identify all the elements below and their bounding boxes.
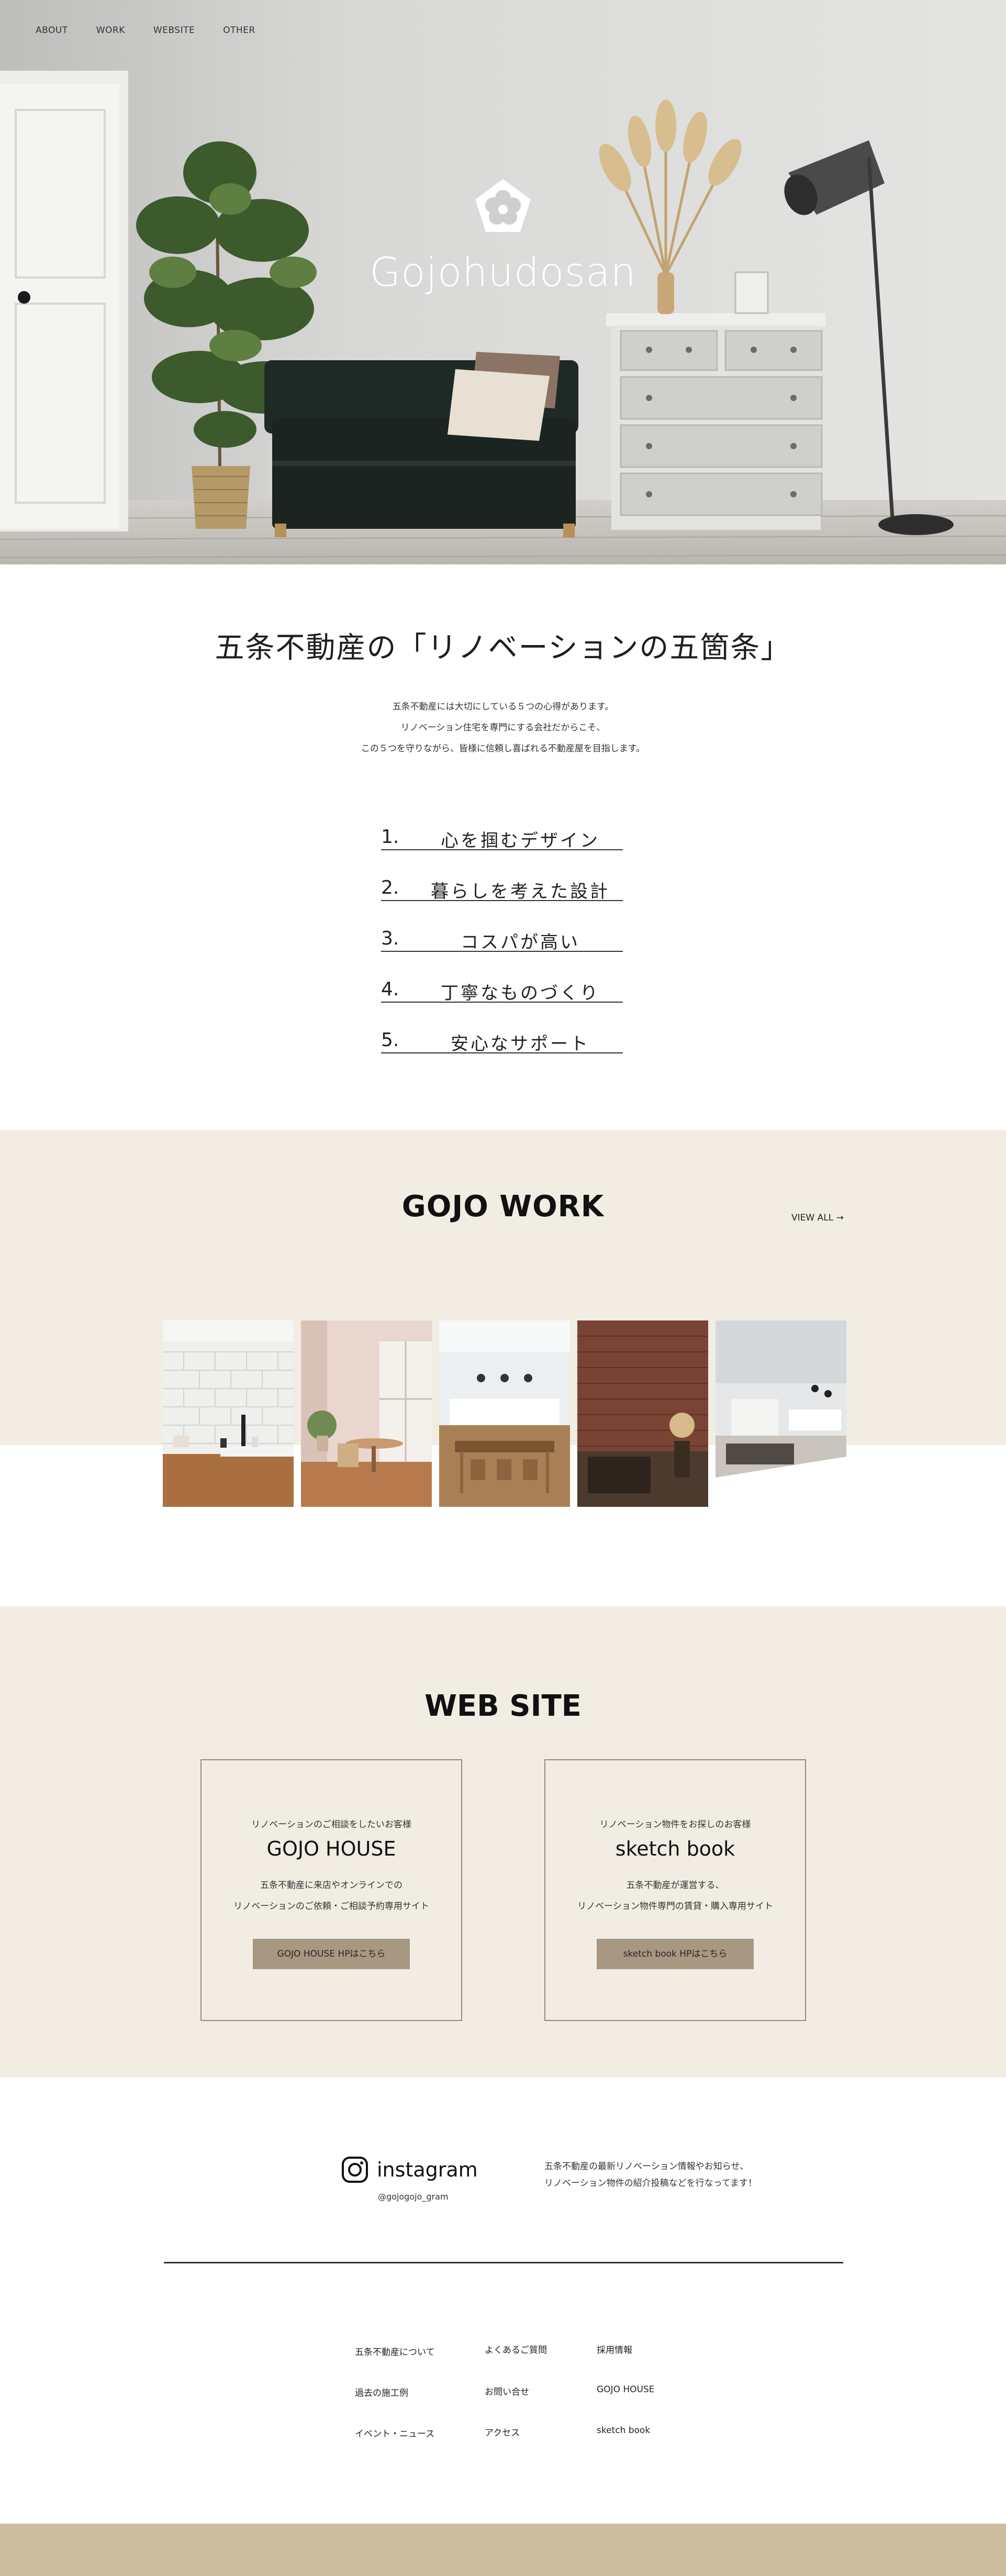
intro-text: 五条不動産には大切にしている５つの心得があります。 リノベーション住宅を専門にす… [0, 696, 1006, 759]
rule-text: コスパが高い [461, 932, 580, 953]
rule-underline [381, 1002, 623, 1003]
rule-number: 4. [381, 979, 399, 1000]
gojo-house-hp-button[interactable]: GOJO HOUSE HPはこちら [253, 1939, 410, 1969]
footer-link-sketch-book[interactable]: sketch book [597, 2425, 650, 2436]
instagram-description: 五条不動産の最新リノベーション情報やお知らせ、 リノベーション物件の紹介投稿など… [544, 2158, 757, 2192]
nav-item-work[interactable]: WORK [96, 25, 125, 36]
card-description: 五条不動産に来店やオンラインでの リノベーションのご依頼・ご相談予約専用サイト [202, 1875, 461, 1917]
website-section-background [0, 1606, 1006, 2078]
rule-number: 1. [381, 826, 399, 848]
work-photo-living-room[interactable] [716, 1320, 846, 1507]
intro-line: リノベーション住宅を専門にする会社だからこそ、 [400, 723, 606, 733]
footer-link-access[interactable]: アクセス [485, 2425, 520, 2438]
rule-number: 5. [381, 1029, 399, 1051]
instagram-desc-line: リノベーション物件の紹介投稿などを行なってます！ [544, 2178, 757, 2189]
footer-link-gojo-house[interactable]: GOJO HOUSE [597, 2384, 655, 2395]
rule-underline [381, 1052, 623, 1053]
site-card-sketch-book: リノベーション物件をお探しのお客様 sketch book 五条不動産が運営する… [544, 1759, 806, 2021]
intro-title: 五条不動産の「リノベーションの五箇条」 [215, 631, 791, 665]
card-description: 五条不動産が運営する、 リノベーション物件専門の賃貸・購入専用サイト [545, 1875, 805, 1917]
rule-number: 2. [381, 877, 399, 898]
sketch-book-hp-button[interactable]: sketch book HPはこちら [597, 1939, 754, 1969]
footer-divider [164, 2262, 843, 2263]
instagram-handle[interactable]: @gojogojo_gram [378, 2192, 448, 2202]
rule-item: 1. 心を掴むデザイン [381, 822, 623, 873]
card-desc-line: リノベーション物件専門の賃貸・購入専用サイト [577, 1901, 773, 1912]
card-desc-line: 五条不動産が運営する、 [626, 1880, 724, 1891]
rule-item: 4. 丁寧なものづくり [381, 974, 623, 1025]
footer-band [0, 2524, 1006, 2576]
work-photo-kitchen-island[interactable] [439, 1320, 570, 1507]
nav-item-about[interactable]: ABOUT [36, 25, 68, 36]
card-name: sketch book [615, 1837, 735, 1860]
rule-text: 暮らしを考えた設計 [431, 881, 610, 902]
footer-link-about[interactable]: 五条不動産について [355, 2345, 435, 2358]
hero-logo: Gojohudosan [0, 181, 1006, 295]
footer-link-careers[interactable]: 採用情報 [597, 2342, 632, 2356]
work-gallery [163, 1320, 846, 1507]
rule-item: 2. 暮らしを考えた設計 [381, 873, 623, 924]
intro-line: この５つを守りながら、皆様に信頼し喜ばれる不動産屋を目指します。 [361, 743, 645, 754]
footer-link-faq[interactable]: よくあるご質問 [485, 2342, 547, 2356]
footer-link-contact[interactable]: お問い合せ [485, 2384, 529, 2397]
nav-item-website[interactable]: WEBSITE [153, 25, 195, 36]
view-all-link[interactable]: VIEW ALL → [791, 1213, 844, 1223]
nav-item-other[interactable]: OTHER [223, 25, 255, 36]
card-subtitle: リノベーション物件をお探しのお客様 [599, 1819, 751, 1830]
rules-list: 1. 心を掴むデザイン 2. 暮らしを考えた設計 3. コスパが高い 4. 丁寧… [381, 822, 623, 1076]
rule-underline [381, 951, 623, 952]
website-title: WEB SITE [424, 1689, 582, 1723]
rule-underline [381, 900, 623, 901]
rule-text: 丁寧なものづくり [441, 983, 600, 1004]
site-card-gojo-house: リノベーションのご相談をしたいお客様 GOJO HOUSE 五条不動産に来店やオ… [200, 1759, 462, 2021]
card-subtitle: リノベーションのご相談をしたいお客様 [251, 1819, 411, 1830]
logo-text: Gojohudosan [370, 249, 636, 295]
rule-text: 心を掴むデザイン [441, 830, 600, 851]
card-desc-line: リノベーションのご依頼・ご相談予約専用サイト [233, 1901, 429, 1912]
rule-text: 安心なサポート [451, 1034, 590, 1054]
rule-underline [381, 849, 623, 850]
footer-link-works[interactable]: 過去の施工例 [355, 2385, 408, 2399]
instagram-icon[interactable] [341, 2156, 368, 2183]
rule-number: 3. [381, 928, 399, 949]
top-nav: ABOUT WORK WEBSITE OTHER [36, 25, 255, 36]
work-photo-kitchen[interactable] [163, 1320, 294, 1507]
rule-item: 3. コスパが高い [381, 924, 623, 974]
work-photo-brick-wall[interactable] [577, 1320, 708, 1507]
work-title: GOJO WORK [401, 1190, 605, 1224]
work-photo-dining[interactable] [301, 1320, 432, 1507]
rule-item: 5. 安心なサポート [381, 1025, 623, 1076]
card-desc-line: 五条不動産に来店やオンラインでの [260, 1880, 403, 1891]
instagram-label[interactable]: instagram [377, 2156, 478, 2183]
intro-line: 五条不動産には大切にしている５つの心得があります。 [392, 702, 614, 712]
instagram-desc-line: 五条不動産の最新リノベーション情報やお知らせ、 [544, 2161, 749, 2172]
footer-link-events[interactable]: イベント・ニュース [355, 2426, 434, 2439]
card-name: GOJO HOUSE [266, 1837, 396, 1860]
